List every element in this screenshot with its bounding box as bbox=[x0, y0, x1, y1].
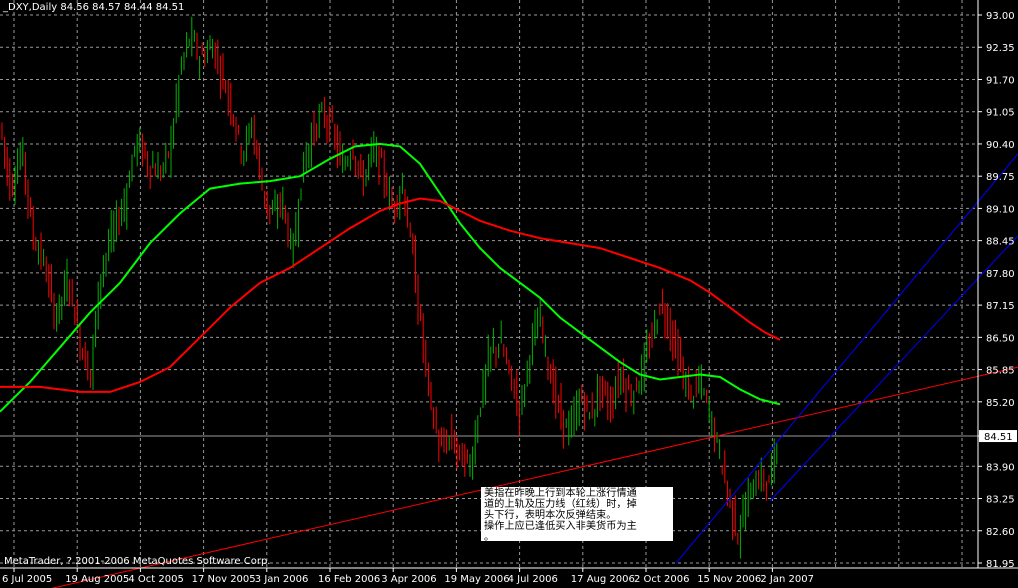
grid-lines bbox=[0, 0, 978, 568]
time-tick-label: 17 Aug 2006 bbox=[571, 574, 635, 585]
note-line-4: 操作上应已逢低买入非美货币为主 bbox=[484, 521, 637, 532]
note-line-2: 道的上轨及压力线（红线）时，掉 bbox=[484, 499, 637, 510]
price-tick-label: 85.85 bbox=[986, 366, 1015, 377]
time-tick-label: 16 Feb 2006 bbox=[318, 574, 380, 585]
annotation-note: 美指在昨晚上行到本轮上涨行情通 道的上轨及压力线（红线）时，掉 头下行，表明本次… bbox=[481, 487, 673, 541]
price-tick-label: 89.10 bbox=[986, 204, 1015, 215]
chart-header: _DXY,Daily 84.56 84.57 84.44 84.51 bbox=[3, 2, 184, 13]
price-tick-label: 89.75 bbox=[986, 172, 1015, 183]
copyright-text: MetaTrader, ? 2001-2006 MetaQuotes Softw… bbox=[4, 556, 271, 567]
note-line-3: 头下行，表明本次反弹结束。 bbox=[484, 510, 617, 521]
time-tick-label: 19 Aug 2005 bbox=[65, 574, 129, 585]
time-tick-label: 15 Nov 2006 bbox=[697, 574, 761, 585]
price-tick-label: 83.90 bbox=[986, 462, 1015, 473]
time-tick-label: 6 Jul 2005 bbox=[2, 574, 52, 585]
channel-upper-line bbox=[675, 153, 1018, 564]
time-tick-label: 4 Oct 2005 bbox=[128, 574, 183, 585]
channel-lower-line bbox=[769, 235, 1018, 502]
price-tick-label: 90.40 bbox=[986, 140, 1015, 151]
note-line-5: 。 bbox=[484, 532, 495, 541]
price-tick-label: 83.25 bbox=[986, 495, 1015, 506]
time-tick-label: 17 Nov 2005 bbox=[192, 574, 256, 585]
price-tick-label: 92.35 bbox=[986, 43, 1015, 54]
price-tick-label: 82.60 bbox=[986, 527, 1015, 538]
price-candles bbox=[1, 16, 778, 559]
time-tick-label: 19 May 2006 bbox=[444, 574, 509, 585]
price-tick-label: 91.05 bbox=[986, 108, 1015, 119]
moving-average-fast-line bbox=[0, 142, 781, 413]
price-tick-label: 81.95 bbox=[986, 559, 1015, 570]
last-price-label: 84.51 bbox=[984, 432, 1013, 443]
ohlc-values: 84.56 84.57 84.44 84.51 bbox=[60, 2, 185, 13]
price-tick-label: 85.20 bbox=[986, 398, 1015, 409]
price-tick-label: 87.15 bbox=[986, 301, 1015, 312]
moving-average-slow-line bbox=[0, 197, 781, 393]
price-tick-label: 93.00 bbox=[986, 11, 1015, 22]
time-tick-label: 2 Jan 2007 bbox=[760, 574, 814, 585]
price-tick-label: 91.70 bbox=[986, 75, 1015, 86]
note-line-1: 美指在昨晚上行到本轮上涨行情通 bbox=[484, 488, 637, 499]
time-tick-label: 2 Oct 2006 bbox=[634, 574, 689, 585]
time-tick-label: 3 Jan 2006 bbox=[255, 574, 309, 585]
resistance-trendline bbox=[51, 366, 1018, 588]
symbol-label: _DXY,Daily bbox=[3, 2, 58, 13]
price-tick-label: 87.80 bbox=[986, 269, 1015, 280]
price-tick-label: 88.45 bbox=[986, 237, 1015, 248]
time-tick-label: 3 Apr 2006 bbox=[381, 574, 436, 585]
time-tick-label: 4 Jul 2006 bbox=[508, 574, 558, 585]
price-tick-label: 86.50 bbox=[986, 333, 1015, 344]
